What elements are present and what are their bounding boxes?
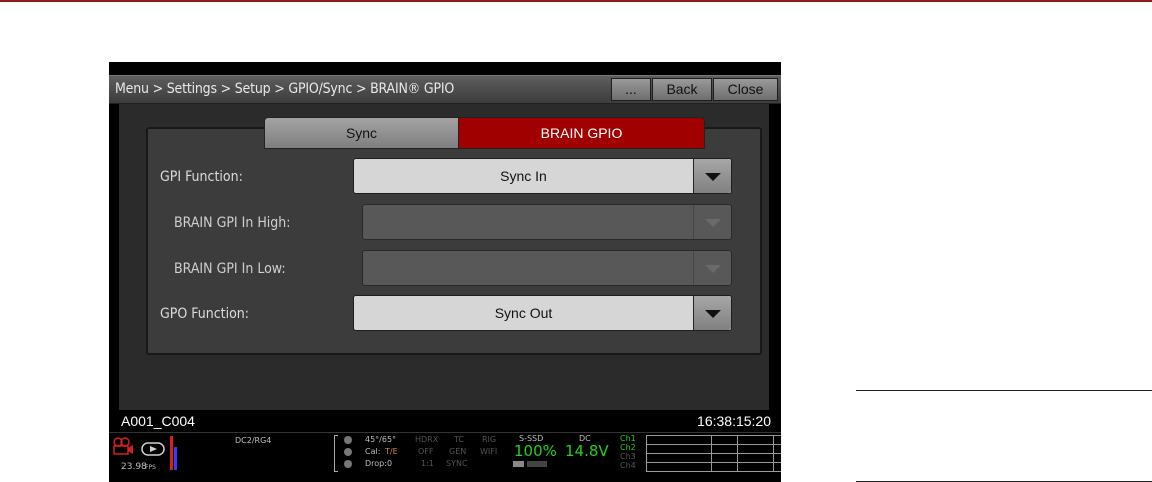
chevron-down-icon[interactable]	[693, 296, 731, 330]
gpi-function-dropdown[interactable]: Sync In	[353, 158, 732, 194]
tab-sync[interactable]: Sync	[264, 117, 459, 149]
channel-1: Ch1	[620, 434, 636, 443]
bracket-divider	[334, 435, 338, 472]
main-area: Sync BRAIN GPIO GPI Function: Sync In BR…	[119, 104, 769, 410]
rig-label: RIG	[482, 435, 497, 444]
gpi-function-value: Sync In	[500, 168, 547, 184]
status-indicator-icon	[344, 448, 352, 456]
frame-rate-unit: FPS	[145, 464, 156, 471]
gpi-in-low-label: BRAIN GPI In Low:	[174, 261, 286, 277]
tab-brain-gpio[interactable]: BRAIN GPIO	[458, 117, 705, 149]
chevron-down-icon[interactable]	[693, 159, 731, 193]
color-profile: DC2/RG4	[235, 436, 272, 445]
timecode-label: TC	[454, 435, 465, 444]
breadcrumb: Menu > Settings > Setup > GPIO/Sync > BR…	[115, 81, 455, 97]
timecode-mode: SYNC	[446, 459, 468, 468]
rig-value: WIFI	[480, 447, 498, 456]
power-voltage: 14.8V	[565, 442, 609, 460]
close-button[interactable]: Close	[713, 78, 778, 101]
audio-level-bar	[174, 447, 177, 470]
gpi-in-high-label: BRAIN GPI In High:	[174, 215, 291, 231]
gpi-in-low-dropdown	[362, 250, 732, 286]
gpi-in-high-value	[363, 205, 693, 239]
status-indicator-icon	[344, 460, 352, 468]
clip-name: A001_C004	[121, 413, 195, 429]
hdrx-ratio: 1:1	[421, 459, 434, 468]
gpo-function-label: GPO Function:	[160, 306, 250, 322]
media-icon	[527, 461, 547, 467]
media-remaining: 100%	[514, 442, 557, 460]
drop-frame: Drop:0	[365, 459, 393, 468]
sensor-temp: 45°/65°	[365, 435, 397, 444]
frame-rate: 23.98	[121, 462, 147, 472]
gpi-in-low-value	[363, 251, 693, 285]
calibration-value: T/E	[385, 447, 398, 456]
camera-menu-screen: Menu > Settings > Setup > GPIO/Sync > BR…	[109, 62, 781, 482]
audio-meters	[646, 435, 781, 472]
gpo-function-dropdown[interactable]: Sync Out	[353, 295, 732, 331]
top-accent-line	[0, 0, 1152, 2]
channel-3: Ch3	[620, 452, 636, 461]
more-button[interactable]: ...	[611, 78, 651, 101]
gpi-function-label: GPI Function:	[160, 169, 243, 185]
gpi-in-high-dropdown	[362, 204, 732, 240]
timecode-source: GEN	[449, 447, 467, 456]
playback-icon[interactable]	[141, 442, 165, 456]
chevron-down-icon	[693, 251, 731, 285]
gpio-settings-panel: Sync BRAIN GPIO GPI Function: Sync In BR…	[146, 117, 762, 355]
hdrx-label: HDRX	[415, 435, 439, 444]
timecode: 16:38:15:20	[697, 413, 771, 429]
divider-rule	[856, 390, 1152, 391]
channel-2: Ch2	[620, 443, 636, 452]
menu-title-bar: Menu > Settings > Setup > GPIO/Sync > BR…	[109, 75, 781, 104]
gpo-function-value: Sync Out	[494, 305, 553, 321]
media-icon	[513, 461, 524, 467]
channel-4: Ch4	[620, 461, 636, 470]
calibration-label: Cal:	[365, 447, 381, 456]
chevron-down-icon	[693, 205, 731, 239]
status-indicator-icon	[344, 436, 352, 444]
status-bar: 23.98 FPS DC2/RG4 45°/65° Cal: T/E Drop:…	[109, 432, 781, 482]
hdrx-value: OFF	[418, 447, 434, 456]
back-button[interactable]: Back	[652, 78, 712, 101]
audio-level-bar	[170, 436, 173, 470]
